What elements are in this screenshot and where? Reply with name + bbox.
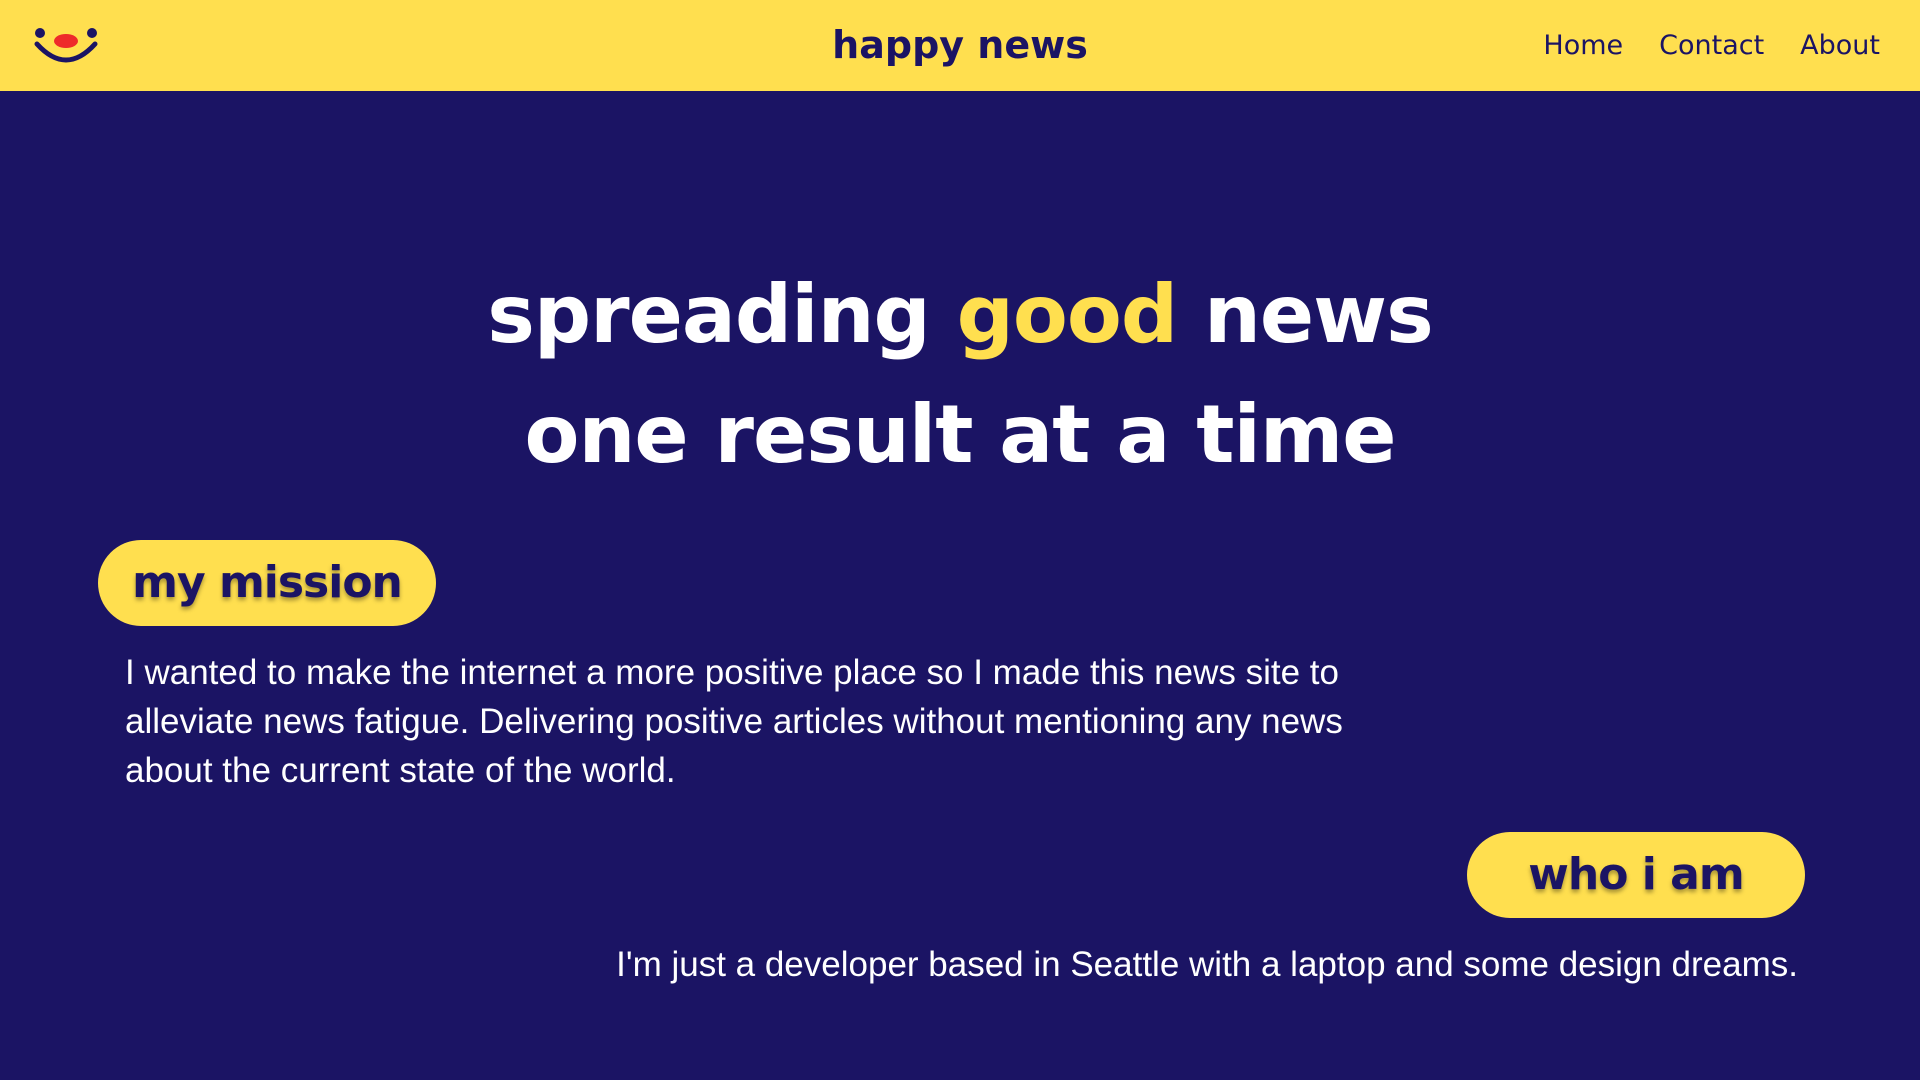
hero-text-end: news <box>1177 268 1434 361</box>
hero-line-1: spreading good news <box>0 255 1920 375</box>
logo-nose <box>54 34 78 48</box>
hero-heading: spreading good news one result at a time <box>0 255 1920 495</box>
logo-left-eye <box>35 28 45 38</box>
nav-home-link[interactable]: Home <box>1543 30 1623 61</box>
who-heading-pill: who i am <box>1467 832 1805 918</box>
hero-text-start: spreading <box>487 268 957 361</box>
nav-links: Home Contact About <box>1543 0 1880 91</box>
nav-contact-link[interactable]: Contact <box>1659 30 1764 61</box>
top-navbar: happy news Home Contact About <box>0 0 1920 91</box>
smiley-face-icon[interactable] <box>33 26 99 66</box>
who-text: I'm just a developer based in Seattle wi… <box>616 945 1798 984</box>
logo-right-eye <box>87 28 97 38</box>
hero-accent-word: good <box>956 268 1178 361</box>
mission-text: I wanted to make the internet a more pos… <box>125 653 1343 790</box>
mission-heading-pill: my mission <box>98 540 436 626</box>
nav-about-link[interactable]: About <box>1800 30 1880 61</box>
hero-line-2: one result at a time <box>524 388 1396 481</box>
